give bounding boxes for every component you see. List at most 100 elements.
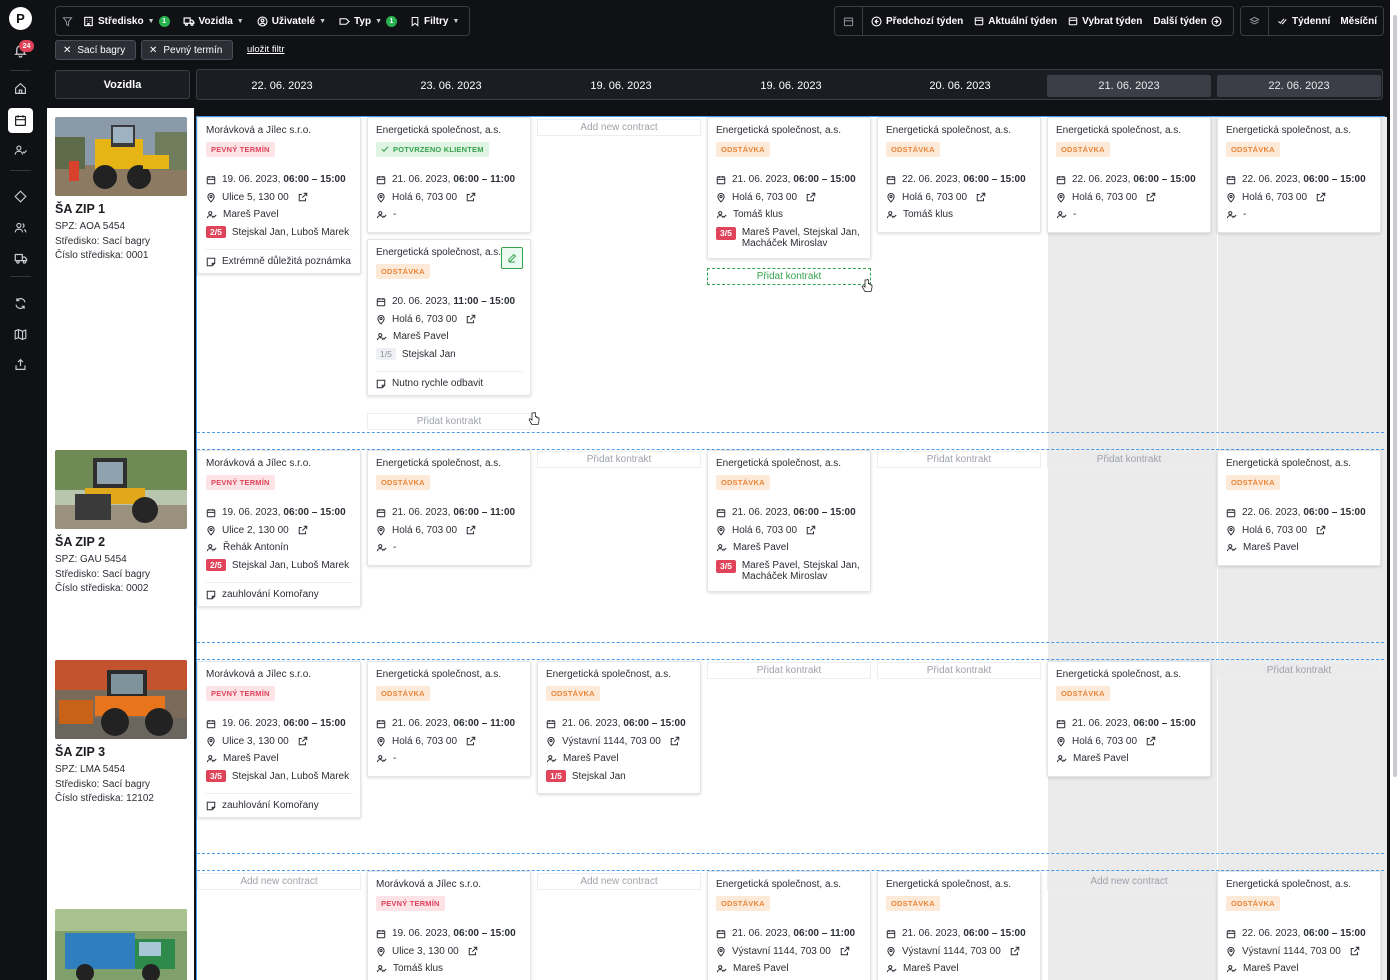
- contract-card[interactable]: Energetická společnost, a.s. ODSTÁVKA 22. …: [1217, 117, 1381, 233]
- vehicle-row-header[interactable]: [55, 909, 190, 980]
- external-link-icon[interactable]: [466, 736, 476, 746]
- scrollbar[interactable]: [1390, 0, 1400, 980]
- external-link-icon[interactable]: [806, 192, 816, 202]
- date-text: 19. 06. 2023,: [392, 928, 451, 940]
- status-badge: PEVNÝ TERMÍN: [206, 475, 275, 490]
- vehicle-row-header[interactable]: ŠA ZIP 3 SPZ: LMA 5454 Středisko: Sací b…: [55, 660, 190, 807]
- app-logo[interactable]: P: [9, 7, 32, 30]
- current-week-button[interactable]: Aktuální týden: [974, 16, 1057, 27]
- responsible-person: Tomáš klus: [733, 209, 784, 221]
- external-link-icon[interactable]: [298, 736, 308, 746]
- filtry-dropdown[interactable]: Filtry ▼: [410, 16, 459, 27]
- external-link-icon[interactable]: [1146, 192, 1156, 202]
- add-contract-button[interactable]: Přidat kontrakt: [707, 268, 871, 285]
- contract-card[interactable]: Energetická společnost, a.s. ODSTÁVKA 22. …: [1217, 450, 1381, 566]
- contract-card[interactable]: Energetická společnost, a.s. ODSTÁVKA 21. …: [1047, 661, 1211, 777]
- external-link-icon[interactable]: [298, 192, 308, 202]
- external-link-icon[interactable]: [298, 525, 308, 535]
- contract-card[interactable]: Energetická společnost, a.s. ODSTÁVKA 20. …: [367, 239, 531, 396]
- external-link-icon[interactable]: [1146, 736, 1156, 746]
- date-column-header[interactable]: 23. 06. 2023: [369, 75, 533, 97]
- vozidla-dropdown[interactable]: Vozidla ▼: [183, 15, 244, 27]
- truck-icon[interactable]: [8, 245, 33, 270]
- address-row: Holá 6, 703 00: [1056, 733, 1203, 751]
- users-icon[interactable]: [8, 138, 33, 163]
- add-contract-button[interactable]: Přidat kontrakt: [1047, 451, 1211, 468]
- filter-chip-saci-bagry[interactable]: ✕ Sací bagry: [55, 40, 136, 60]
- external-link-icon[interactable]: [466, 525, 476, 535]
- typ-dropdown[interactable]: Typ ▼ 1: [339, 15, 397, 27]
- contract-card[interactable]: Morávková a Jílec s.r.o. PEVNÝ TERMÍN 19. …: [367, 871, 531, 980]
- add-contract-button[interactable]: Přidat kontrakt: [877, 451, 1041, 468]
- export-icon[interactable]: [8, 352, 33, 377]
- map-icon[interactable]: [8, 322, 33, 347]
- save-filter-link[interactable]: uložit filtr: [247, 44, 284, 55]
- contract-card[interactable]: Energetická společnost, a.s. POTVRZENO KL…: [367, 117, 531, 233]
- date-column-header[interactable]: 19. 06. 2023: [539, 75, 703, 97]
- vehicle-row-header[interactable]: ŠA ZIP 1 SPZ: AOA 5454 Středisko: Sací b…: [55, 117, 190, 264]
- external-link-icon[interactable]: [468, 946, 478, 956]
- external-link-icon[interactable]: [1316, 192, 1326, 202]
- sync-icon[interactable]: [8, 291, 33, 316]
- external-link-icon[interactable]: [806, 525, 816, 535]
- date-row: 21. 06. 2023, 06:00 – 15:00: [886, 925, 1033, 943]
- date-column-header[interactable]: 21. 06. 2023: [1047, 75, 1211, 97]
- contract-card[interactable]: Energetická společnost, a.s. ODSTÁVKA 21. …: [537, 661, 701, 794]
- external-link-icon[interactable]: [1350, 946, 1360, 956]
- add-contract-button[interactable]: Add new contract: [537, 119, 701, 136]
- prev-week-button[interactable]: Předchozí týden: [871, 16, 963, 27]
- home-icon[interactable]: [8, 76, 33, 101]
- contract-card[interactable]: Morávková a Jílec s.r.o. PEVNÝ TERMÍN 19. …: [197, 117, 361, 274]
- tag-icon[interactable]: [8, 184, 33, 209]
- external-link-icon[interactable]: [466, 192, 476, 202]
- close-icon[interactable]: ✕: [149, 45, 157, 56]
- vehicle-row-header[interactable]: ŠA ZIP 2 SPZ: GAU 5454 Středisko: Sací b…: [55, 450, 190, 597]
- add-contract-button[interactable]: Add new contract: [197, 873, 361, 890]
- status-badge: ODSTÁVKA: [376, 475, 430, 490]
- calendar-icon[interactable]: [8, 108, 33, 133]
- contract-card[interactable]: Energetická společnost, a.s. ODSTÁVKA 21. …: [707, 450, 871, 592]
- close-icon[interactable]: ✕: [63, 45, 71, 56]
- responsible-row: -: [376, 539, 523, 557]
- calendar-icon: [206, 508, 216, 517]
- date-column-header[interactable]: 22. 06. 2023: [1217, 75, 1381, 97]
- next-week-button[interactable]: Další týden: [1153, 16, 1222, 27]
- people-icon[interactable]: [8, 215, 33, 240]
- date-column-header[interactable]: 19. 06. 2023: [709, 75, 873, 97]
- monthly-view-button[interactable]: Měsíční: [1340, 16, 1377, 27]
- contract-card[interactable]: Energetická společnost, a.s. ODSTÁVKA 21. …: [367, 450, 531, 566]
- weekly-view-button[interactable]: Týdenní: [1277, 16, 1330, 27]
- contract-card[interactable]: Energetická společnost, a.s. ODSTÁVKA 21. …: [877, 871, 1041, 980]
- add-contract-button[interactable]: Přidat kontrakt: [1217, 662, 1381, 679]
- pick-week-button[interactable]: Vybrat týden: [1068, 16, 1142, 27]
- edit-button[interactable]: [501, 247, 523, 269]
- time-range: 06:00 – 15:00: [793, 174, 856, 186]
- contract-card[interactable]: Energetická společnost, a.s. ODSTÁVKA 21. …: [367, 661, 531, 777]
- contract-card[interactable]: Energetická společnost, a.s. ODSTÁVKA 22. …: [877, 117, 1041, 233]
- add-contract-button[interactable]: Přidat kontrakt: [367, 413, 531, 430]
- add-contract-button[interactable]: Add new contract: [1047, 873, 1211, 890]
- contract-card[interactable]: Energetická společnost, a.s. ODSTÁVKA 21. …: [707, 871, 871, 980]
- add-contract-button[interactable]: Přidat kontrakt: [877, 662, 1041, 679]
- uzivatele-dropdown[interactable]: Uživatelé ▼: [257, 16, 326, 27]
- contract-card[interactable]: Energetická společnost, a.s. ODSTÁVKA 21. …: [707, 117, 871, 259]
- date-column-header[interactable]: 22. 06. 2023: [200, 75, 364, 97]
- add-contract-button[interactable]: Přidat kontrakt: [537, 451, 701, 468]
- external-link-icon[interactable]: [840, 946, 850, 956]
- contract-card[interactable]: Morávková a Jílec s.r.o. PEVNÝ TERMÍN 19. …: [197, 661, 361, 818]
- external-link-icon[interactable]: [670, 736, 680, 746]
- calendar-icon: [1056, 719, 1066, 728]
- filter-chip-pevny-termin[interactable]: ✕ Pevný termín: [141, 40, 233, 60]
- contract-card[interactable]: Morávková a Jílec s.r.o. PEVNÝ TERMÍN 19. …: [197, 450, 361, 607]
- add-contract-button[interactable]: Add new contract: [537, 873, 701, 890]
- date-column-header[interactable]: 20. 06. 2023: [878, 75, 1042, 97]
- external-link-icon[interactable]: [466, 314, 476, 324]
- external-link-icon[interactable]: [1010, 946, 1020, 956]
- external-link-icon[interactable]: [1316, 525, 1326, 535]
- stredisko-dropdown[interactable]: Středisko ▼ 1: [83, 15, 170, 27]
- external-link-icon[interactable]: [976, 192, 986, 202]
- note-text: Extrémně důležitá poznámka: [222, 256, 351, 267]
- contract-card[interactable]: Energetická společnost, a.s. ODSTÁVKA 22. …: [1047, 117, 1211, 233]
- add-contract-button[interactable]: Přidat kontrakt: [707, 662, 871, 679]
- contract-card[interactable]: Energetická společnost, a.s. ODSTÁVKA 22. …: [1217, 871, 1381, 980]
